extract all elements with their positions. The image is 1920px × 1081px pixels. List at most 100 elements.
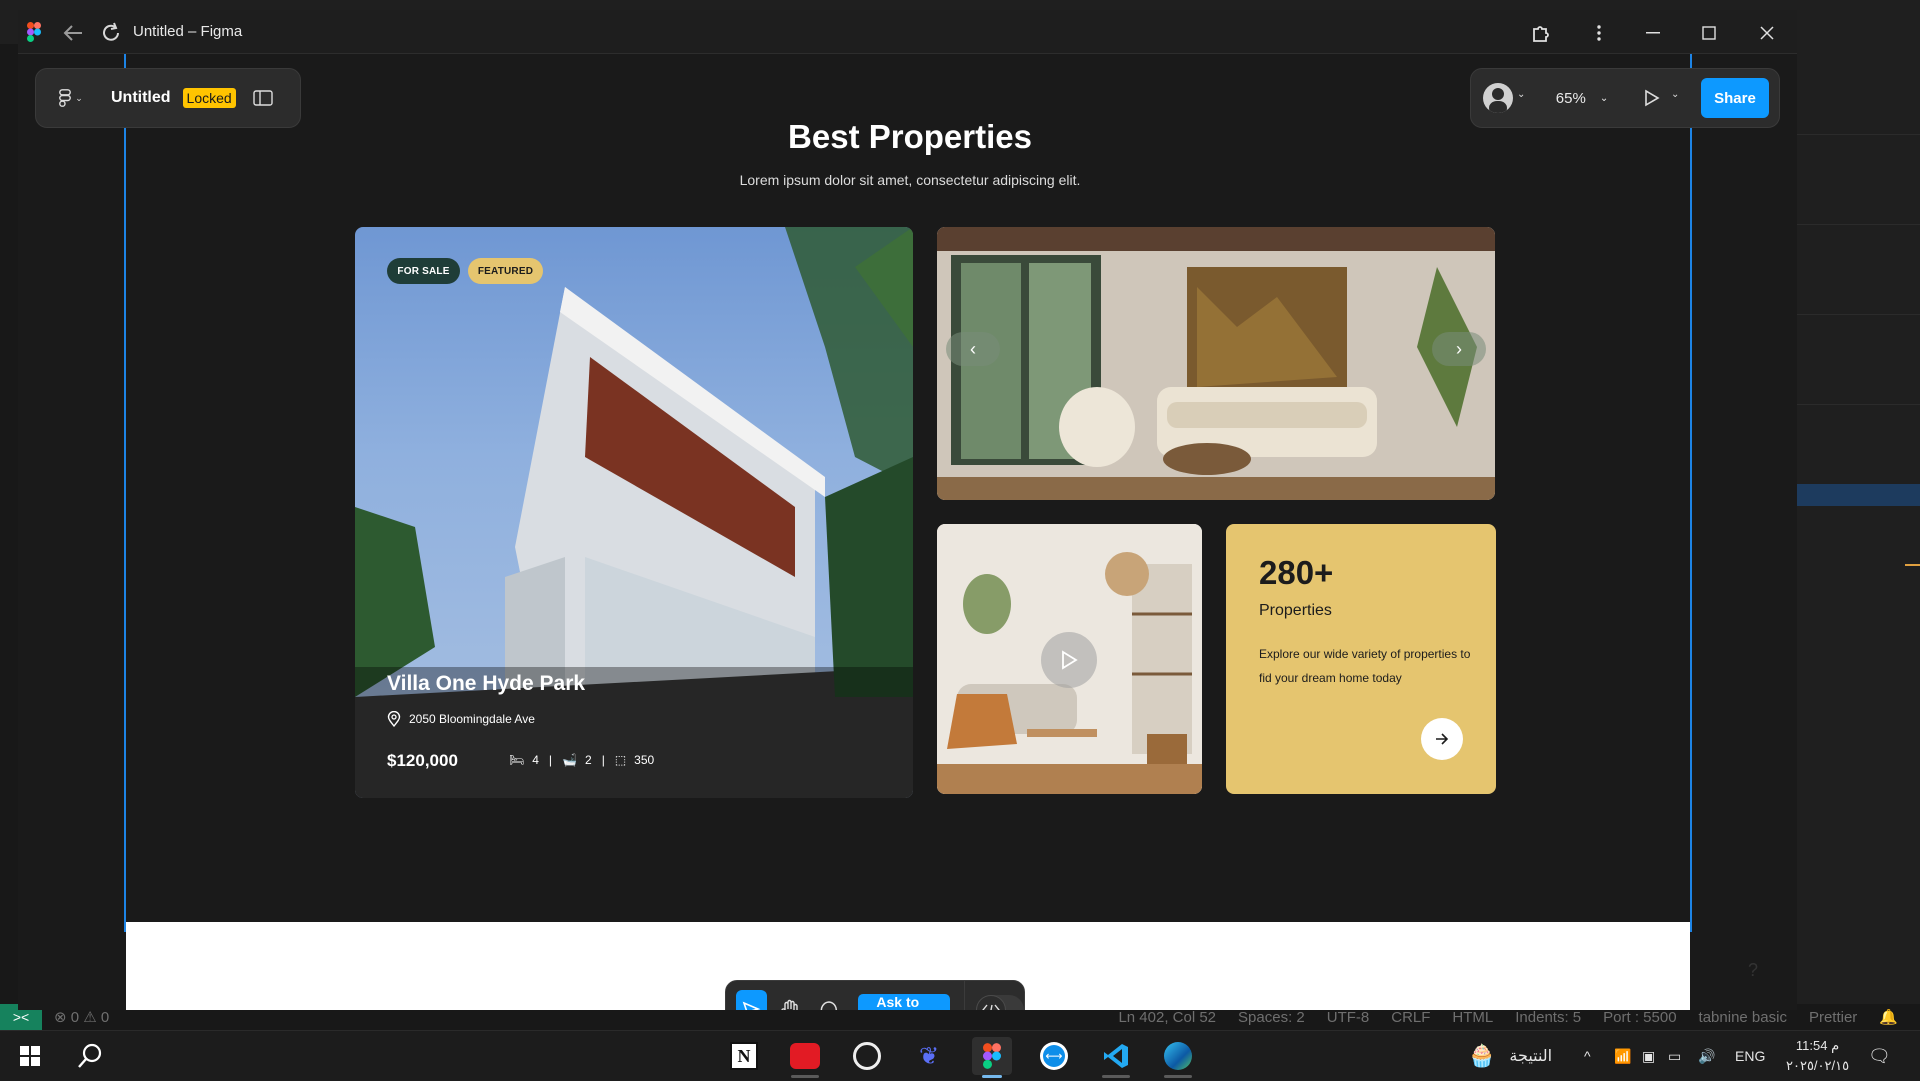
interior-video-card[interactable] bbox=[937, 524, 1202, 794]
vscode-app[interactable] bbox=[1096, 1037, 1136, 1078]
minimap-marker bbox=[1905, 564, 1920, 566]
section-subtitle: Lorem ipsum dolor sit amet, consectetur … bbox=[739, 172, 1081, 188]
move-tool-button[interactable] bbox=[736, 990, 767, 1010]
vscode-icon bbox=[1104, 1044, 1128, 1068]
hand-tool-button[interactable] bbox=[775, 990, 806, 1010]
close-icon[interactable] bbox=[1754, 20, 1780, 46]
explore-arrow-button[interactable] bbox=[1421, 718, 1463, 760]
toggle-sidebar-button[interactable] bbox=[250, 85, 276, 111]
bed-icon: 🛏 bbox=[509, 753, 525, 767]
figma-logo-icon bbox=[24, 22, 44, 42]
maximize-icon[interactable] bbox=[1696, 20, 1722, 46]
chatgpt-icon bbox=[853, 1042, 881, 1070]
notion-app[interactable]: N bbox=[724, 1037, 764, 1075]
file-name[interactable]: Untitled bbox=[111, 89, 171, 107]
back-arrow-icon[interactable] bbox=[60, 20, 86, 46]
property-price: $120,000 bbox=[387, 751, 458, 770]
figma-titlebar: Untitled – Figma bbox=[18, 10, 1797, 54]
help-button[interactable]: ? bbox=[1741, 958, 1765, 982]
app-icon bbox=[790, 1043, 820, 1069]
for-sale-badge: FOR SALE bbox=[387, 258, 460, 284]
living-room-image-card[interactable]: ‹ › bbox=[937, 227, 1495, 500]
edge-icon bbox=[1164, 1042, 1192, 1070]
play-icon bbox=[1062, 650, 1078, 670]
chevron-down-icon: ⌄ bbox=[75, 92, 83, 103]
properties-stat-card: 280+ Properties Explore our wide variety… bbox=[1226, 524, 1496, 794]
indent-spaces[interactable]: Spaces: 2 bbox=[1238, 1009, 1305, 1026]
teamviewer-app[interactable]: ⟷ bbox=[1034, 1037, 1074, 1075]
app-icon: ❦ bbox=[918, 1042, 940, 1070]
figma-window: Untitled – Figma Best Properties Lorem i… bbox=[18, 10, 1797, 1010]
bird-app[interactable]: ❦ bbox=[909, 1037, 949, 1075]
clock[interactable]: 11:54 م ٢٠٢٥/٠٢/١٥ bbox=[1786, 1031, 1849, 1081]
avatar-chevron-icon[interactable]: ⌄ bbox=[1517, 89, 1525, 100]
stat-value: 280+ bbox=[1259, 554, 1334, 591]
comment-icon bbox=[820, 1001, 837, 1010]
chatgpt-app[interactable] bbox=[847, 1037, 887, 1075]
volume-icon[interactable]: 🔊 bbox=[1698, 1031, 1715, 1081]
camera-icon[interactable]: ▣ bbox=[1642, 1031, 1655, 1081]
arrow-right-icon bbox=[1436, 733, 1449, 745]
more-options-icon[interactable] bbox=[1588, 20, 1610, 46]
tabnine-status[interactable]: tabnine basic bbox=[1699, 1009, 1787, 1026]
toolbar-divider bbox=[963, 980, 965, 1010]
eol[interactable]: CRLF bbox=[1391, 1009, 1430, 1026]
edge-app[interactable] bbox=[1158, 1037, 1198, 1078]
play-video-button[interactable] bbox=[1041, 632, 1097, 688]
date: ٢٠٢٥/٠٢/١٥ bbox=[1786, 1058, 1850, 1073]
bath-icon: 🛁 bbox=[562, 753, 577, 767]
network-icon[interactable]: 📶 bbox=[1614, 1031, 1631, 1081]
featured-property-card[interactable]: FOR SALE FEATURED Villa One Hyde Park 20… bbox=[355, 227, 913, 798]
main-menu-button[interactable]: ⌄ bbox=[54, 81, 88, 115]
present-chevron-icon[interactable]: ⌄ bbox=[1671, 89, 1679, 100]
minimize-icon[interactable] bbox=[1640, 20, 1666, 46]
anydesk-app[interactable] bbox=[785, 1037, 825, 1078]
problems-indicator[interactable]: ⊗ 0 ⚠ 0 bbox=[54, 1008, 109, 1026]
zoom-control[interactable]: 65% ⌄ bbox=[1541, 78, 1623, 118]
figma-canvas[interactable]: Best Properties Lorem ipsum dolor sit am… bbox=[18, 54, 1797, 1010]
notifications-icon[interactable]: 🔔 bbox=[1879, 1008, 1898, 1026]
encoding[interactable]: UTF-8 bbox=[1327, 1009, 1370, 1026]
user-avatar[interactable] bbox=[1483, 83, 1513, 113]
featured-badge: FEATURED bbox=[468, 258, 543, 284]
section-title: Best Properties bbox=[788, 118, 1032, 155]
figma-app[interactable] bbox=[972, 1037, 1012, 1078]
weather-widget[interactable]: 🧁 النتيجة bbox=[1468, 1031, 1552, 1081]
tray-overflow-icon[interactable]: ^ bbox=[1584, 1031, 1591, 1081]
divider: | bbox=[548, 753, 553, 767]
weather-icon: 🧁 bbox=[1468, 1043, 1496, 1068]
reload-icon[interactable] bbox=[98, 20, 124, 46]
language-mode[interactable]: HTML bbox=[1452, 1009, 1493, 1026]
carousel-next-button[interactable]: › bbox=[1432, 332, 1486, 366]
start-button[interactable] bbox=[12, 1039, 48, 1073]
cursor-position[interactable]: Ln 402, Col 52 bbox=[1118, 1009, 1216, 1026]
indents[interactable]: Indents: 5 bbox=[1515, 1009, 1581, 1026]
cursor-icon bbox=[743, 1001, 761, 1010]
area-icon: ⬚ bbox=[614, 753, 627, 767]
stat-description: Explore our wide variety of properties t… bbox=[1259, 647, 1471, 685]
locked-badge: Locked bbox=[182, 88, 236, 108]
present-button[interactable] bbox=[1637, 83, 1667, 113]
ask-to-edit-button[interactable]: Ask to edit bbox=[858, 994, 950, 1010]
live-server-port[interactable]: Port : 5500 bbox=[1603, 1009, 1676, 1026]
notification-center-icon[interactable]: 🗨 bbox=[1868, 1031, 1891, 1081]
window-title: Untitled – Figma bbox=[133, 23, 243, 40]
extensions-icon[interactable] bbox=[1528, 20, 1554, 46]
input-language[interactable]: ENG bbox=[1735, 1031, 1765, 1081]
search-button[interactable] bbox=[72, 1039, 108, 1073]
hand-icon bbox=[781, 999, 798, 1010]
zoom-chevron-icon: ⌄ bbox=[1599, 92, 1609, 104]
battery-icon[interactable]: ▭ bbox=[1668, 1031, 1681, 1081]
view-panel: ⌄ 65% ⌄ ⌄ Share bbox=[1470, 68, 1780, 128]
time: 11:54 م bbox=[1795, 1038, 1840, 1053]
dev-mode-toggle[interactable] bbox=[976, 995, 1024, 1010]
figma-icon bbox=[983, 1043, 1001, 1069]
prettier-status[interactable]: Prettier bbox=[1809, 1009, 1857, 1026]
teamviewer-icon: ⟷ bbox=[1040, 1042, 1068, 1070]
search-icon bbox=[78, 1043, 102, 1068]
comment-tool-button[interactable] bbox=[814, 990, 845, 1010]
property-address: 2050 Bloomingdale Ave bbox=[387, 711, 535, 727]
bottom-toolbar: Ask to edit bbox=[725, 980, 1025, 1010]
carousel-prev-button[interactable]: ‹ bbox=[946, 332, 1000, 366]
share-button[interactable]: Share bbox=[1701, 78, 1769, 118]
